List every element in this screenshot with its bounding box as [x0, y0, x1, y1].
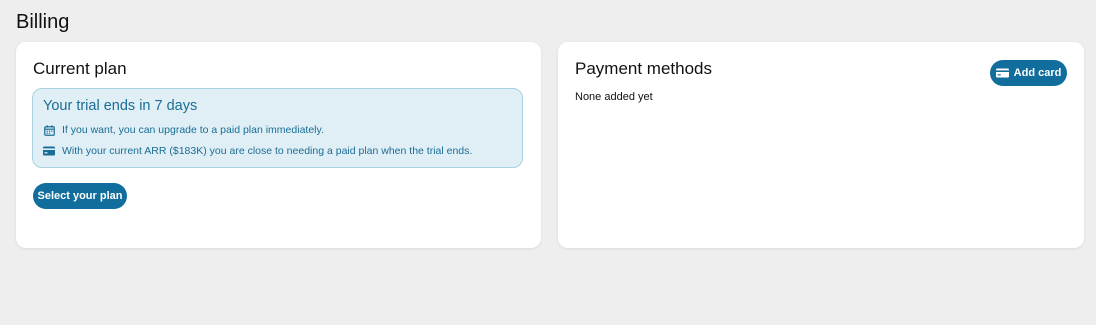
current-plan-title: Current plan — [33, 59, 127, 78]
payment-methods-empty-text: None added yet — [575, 91, 653, 103]
trial-upgrade-text: If you want, you can upgrade to a paid p… — [62, 124, 324, 136]
payment-methods-title: Payment methods — [575, 59, 713, 78]
credit-card-icon — [995, 68, 1009, 78]
trial-heading: Your trial ends in 7 days — [43, 98, 198, 114]
trial-notice: Your trial ends in 7 days If you want, y… — [32, 88, 523, 168]
payment-methods-card: Payment methods Add card None added yet — [558, 42, 1084, 248]
select-plan-button[interactable]: Select your plan — [33, 183, 127, 209]
current-plan-card: Current plan Your trial ends in 7 days I… — [16, 42, 541, 248]
add-card-button[interactable]: Add card — [990, 60, 1067, 86]
credit-card-icon — [43, 145, 55, 157]
page-title: Billing — [16, 11, 70, 33]
calendar-icon — [43, 124, 55, 136]
trial-upgrade-line: If you want, you can upgrade to a paid p… — [43, 124, 324, 136]
add-card-label: Add card — [1013, 67, 1062, 79]
trial-arr-text: With your current ARR ($183K) you are cl… — [62, 145, 473, 157]
trial-arr-line: With your current ARR ($183K) you are cl… — [43, 145, 472, 157]
